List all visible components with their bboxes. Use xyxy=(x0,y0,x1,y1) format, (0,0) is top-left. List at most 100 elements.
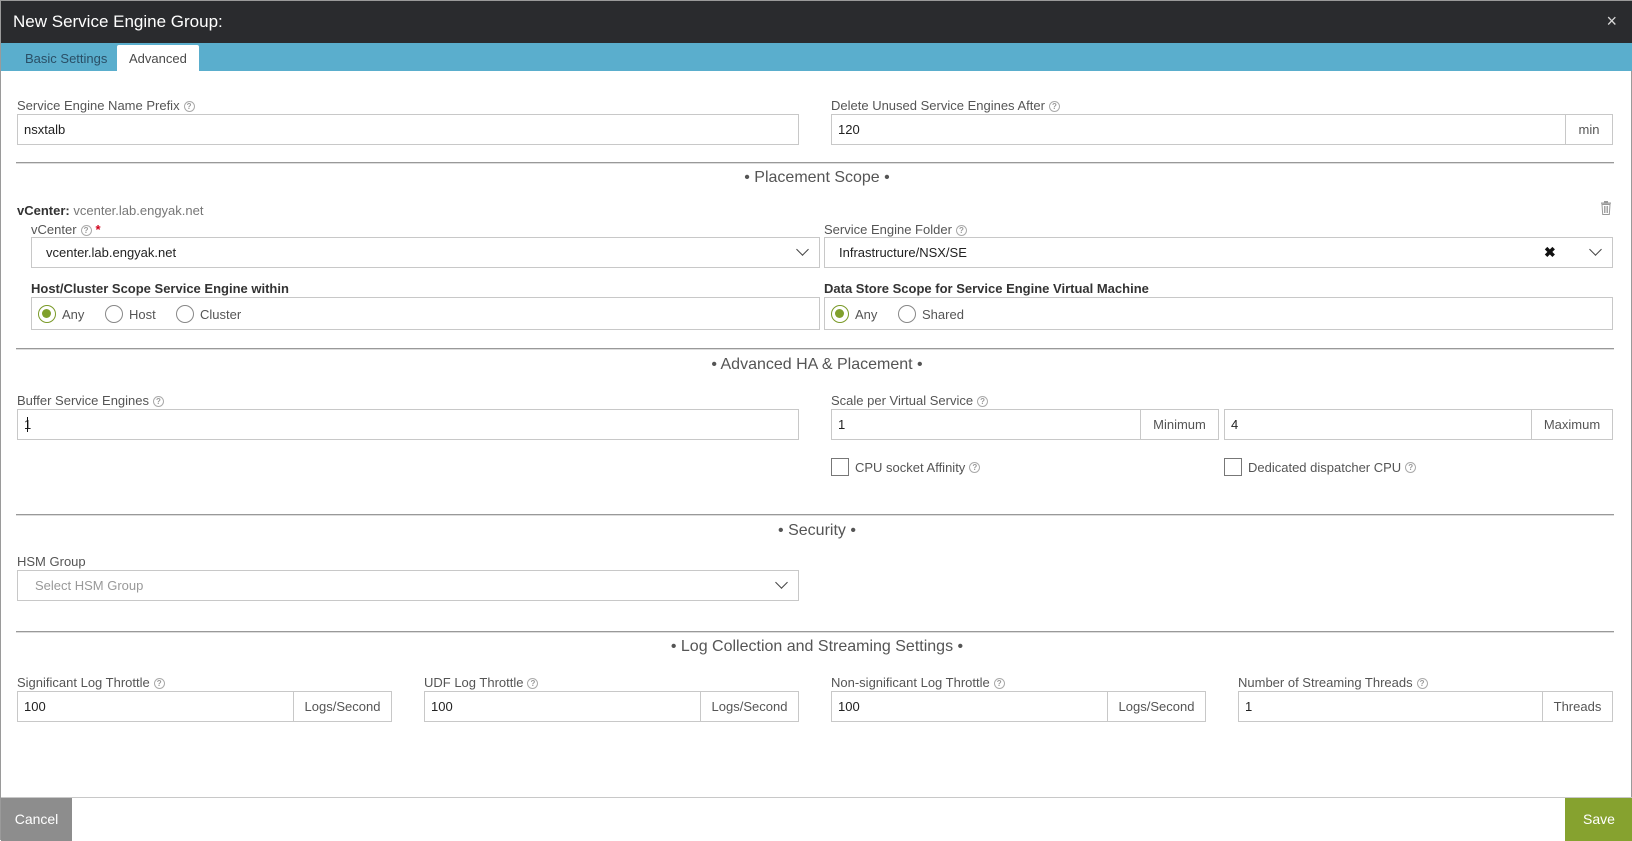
se-folder-label-text: Service Engine Folder xyxy=(824,222,952,237)
scale-min-input[interactable]: 1 xyxy=(831,409,1141,440)
section-divider xyxy=(16,162,1614,164)
tab-basic-settings[interactable]: Basic Settings xyxy=(13,45,119,71)
modal-title-bar: New Service Engine Group: × xyxy=(1,1,1632,43)
non-significant-log-throttle-unit: Logs/Second xyxy=(1107,691,1206,722)
buffer-se-label-text: Buffer Service Engines xyxy=(17,393,149,408)
text-cursor xyxy=(27,417,28,432)
host-scope-label: Host/Cluster Scope Service Engine within xyxy=(31,281,289,296)
significant-log-throttle-label: Significant Log Throttle? xyxy=(17,675,165,690)
help-icon[interactable]: ? xyxy=(1405,461,1417,473)
hsm-group-label: HSM Group xyxy=(17,554,86,569)
datastore-scope-radio-group: Any Shared xyxy=(824,297,1613,330)
udf-log-throttle-label: UDF Log Throttle? xyxy=(424,675,539,690)
radio-datastore-shared[interactable]: Shared xyxy=(898,305,964,323)
help-icon[interactable]: ? xyxy=(183,101,195,112)
significant-log-throttle-label-text: Significant Log Throttle xyxy=(17,675,150,690)
clear-icon[interactable]: ✖ xyxy=(1544,244,1556,261)
streaming-threads-label-text: Number of Streaming Threads xyxy=(1238,675,1413,690)
non-significant-log-throttle-label: Non-significant Log Throttle? xyxy=(831,675,1005,690)
checkbox-label: Dedicated dispatcher CPU xyxy=(1248,459,1402,475)
delete-unused-label-text: Delete Unused Service Engines After xyxy=(831,98,1045,113)
modal-footer: Cancel Save xyxy=(1,797,1632,841)
delete-unused-label: Delete Unused Service Engines After? xyxy=(831,98,1060,113)
scale-min-unit: Minimum xyxy=(1140,409,1219,440)
vcenter-label-text: vCenter xyxy=(31,222,77,237)
hsm-group-select[interactable]: Select HSM Group xyxy=(17,570,799,601)
new-service-engine-group-modal: New Service Engine Group: × Basic Settin… xyxy=(0,0,1632,841)
delete-unused-unit: min xyxy=(1565,114,1613,145)
placement-scope-title: • Placement Scope • xyxy=(744,169,890,186)
se-folder-select[interactable]: Infrastructure/NSX/SE xyxy=(824,237,1613,268)
help-icon[interactable]: ? xyxy=(153,396,164,407)
dedicated-dispatcher-cpu-checkbox[interactable]: Dedicated dispatcher CPU? xyxy=(1224,458,1417,476)
help-icon[interactable]: ? xyxy=(80,225,92,236)
help-icon[interactable]: ? xyxy=(955,225,967,236)
log-collection-title: • Log Collection and Streaming Settings … xyxy=(670,638,964,655)
scale-max-input[interactable]: 4 xyxy=(1224,409,1532,440)
close-icon[interactable]: × xyxy=(1606,11,1617,32)
radio-label: Any xyxy=(62,306,85,322)
delete-unused-input[interactable]: 120 xyxy=(831,114,1566,145)
se-name-prefix-input[interactable]: nsxtalb xyxy=(17,114,799,145)
udf-log-throttle-unit: Logs/Second xyxy=(700,691,799,722)
radio-any[interactable]: Any xyxy=(38,305,84,323)
se-name-prefix-label: Service Engine Name Prefix? xyxy=(17,98,195,113)
udf-log-throttle-label-text: UDF Log Throttle xyxy=(424,675,524,690)
help-icon[interactable]: ? xyxy=(993,678,1005,689)
help-icon[interactable]: ? xyxy=(977,396,989,407)
vcenter-header-value: vcenter.lab.engyak.net xyxy=(73,203,204,218)
tab-bar: Basic Settings Advanced xyxy=(1,43,1632,71)
radio-circle[interactable] xyxy=(898,305,916,323)
host-scope-radio-group: Any Host Cluster xyxy=(31,297,820,330)
section-divider xyxy=(16,514,1614,516)
se-folder-label: Service Engine Folder? xyxy=(824,222,967,237)
checkbox-box[interactable] xyxy=(831,458,849,476)
help-icon[interactable]: ? xyxy=(1048,101,1060,112)
scale-max-unit: Maximum xyxy=(1531,409,1613,440)
vcenter-label: vCenter? * xyxy=(31,222,101,237)
radio-datastore-any[interactable]: Any xyxy=(831,305,877,323)
radio-label: Any xyxy=(855,306,878,322)
radio-cluster[interactable]: Cluster xyxy=(176,305,241,323)
vcenter-header-key: vCenter: xyxy=(17,203,70,218)
scale-per-vs-label-text: Scale per Virtual Service xyxy=(831,393,974,408)
streaming-threads-label: Number of Streaming Threads? xyxy=(1238,675,1428,690)
help-icon[interactable]: ? xyxy=(527,678,539,689)
save-button[interactable]: Save xyxy=(1565,798,1632,841)
advanced-ha-title: • Advanced HA & Placement • xyxy=(711,356,923,373)
checkbox-box[interactable] xyxy=(1224,458,1242,476)
streaming-threads-input[interactable]: 1 xyxy=(1238,691,1543,722)
datastore-scope-label: Data Store Scope for Service Engine Virt… xyxy=(824,281,1149,296)
cancel-button[interactable]: Cancel xyxy=(1,798,72,841)
help-icon[interactable]: ? xyxy=(153,678,165,689)
se-name-prefix-label-text: Service Engine Name Prefix xyxy=(17,98,180,113)
radio-label: Cluster xyxy=(200,306,242,322)
modal-title: New Service Engine Group: xyxy=(13,12,223,31)
radio-host[interactable]: Host xyxy=(105,305,156,323)
cpu-socket-affinity-checkbox[interactable]: CPU socket Affinity? xyxy=(831,458,981,476)
section-divider xyxy=(16,631,1614,633)
streaming-threads-unit: Threads xyxy=(1542,691,1613,722)
non-significant-log-throttle-label-text: Non-significant Log Throttle xyxy=(831,675,990,690)
significant-log-throttle-input[interactable]: 100 xyxy=(17,691,294,722)
udf-log-throttle-input[interactable]: 100 xyxy=(424,691,701,722)
buffer-se-label: Buffer Service Engines? xyxy=(17,393,164,408)
radio-circle[interactable] xyxy=(831,305,849,323)
help-icon[interactable]: ? xyxy=(1416,678,1428,689)
radio-label: Shared xyxy=(922,306,964,322)
tab-advanced[interactable]: Advanced xyxy=(117,45,199,71)
trash-icon[interactable] xyxy=(1600,201,1612,215)
required-icon: * xyxy=(95,222,101,237)
radio-circle[interactable] xyxy=(105,305,123,323)
significant-log-throttle-unit: Logs/Second xyxy=(293,691,392,722)
checkbox-label: CPU socket Affinity xyxy=(855,459,966,475)
vcenter-select[interactable]: vcenter.lab.engyak.net xyxy=(31,237,820,268)
radio-circle[interactable] xyxy=(38,305,56,323)
section-divider xyxy=(16,348,1614,350)
security-title: • Security • xyxy=(778,522,856,539)
help-icon[interactable]: ? xyxy=(969,461,981,473)
non-significant-log-throttle-input[interactable]: 100 xyxy=(831,691,1108,722)
buffer-se-input[interactable]: 1 xyxy=(17,409,799,440)
radio-label: Host xyxy=(129,306,156,322)
radio-circle[interactable] xyxy=(176,305,194,323)
